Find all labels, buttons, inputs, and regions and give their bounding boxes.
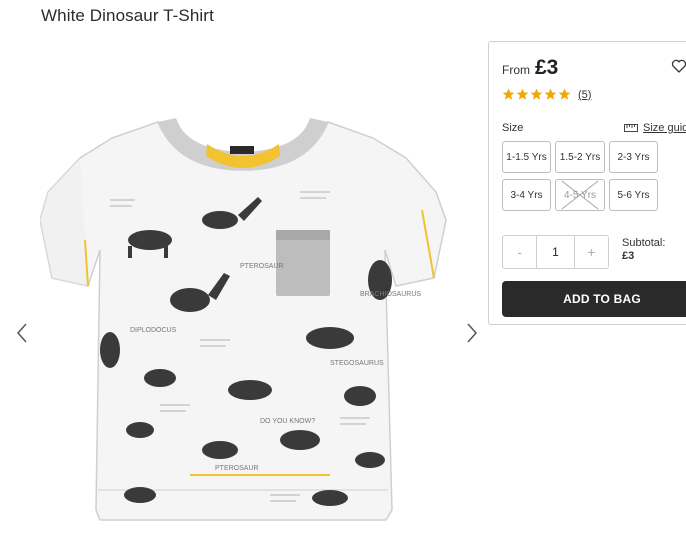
shirt-text: DO YOU KNOW? <box>260 418 315 425</box>
quantity-decrease-button[interactable]: - <box>503 236 536 268</box>
subtotal: Subtotal: £3 <box>622 237 665 263</box>
subtotal-value: £3 <box>622 250 635 262</box>
shirt-text: BRACHIOSAURUS <box>360 291 421 298</box>
subtotal-label: Subtotal: <box>622 237 666 249</box>
tshirt-illustration: PTEROSAUR DIPLODOCUS STEGOSAURUS BRACHIO… <box>39 118 447 521</box>
ruler-icon <box>624 124 638 132</box>
size-option-label: 3-4 Yrs <box>510 189 543 201</box>
quantity-increase-button[interactable]: + <box>575 236 608 268</box>
previous-image-button[interactable] <box>12 322 32 344</box>
price: £3 <box>535 56 559 79</box>
size-label: Size <box>502 122 524 134</box>
unavailable-cross-icon <box>561 180 599 210</box>
size-guide-link[interactable]: Size guide <box>624 122 686 134</box>
size-option-4-5-unavailable[interactable]: 4-5 Yrs <box>555 179 605 211</box>
from-label: From <box>502 63 530 77</box>
review-count-link[interactable]: (5) <box>578 89 591 101</box>
size-option-label: 1.5-2 Yrs <box>559 151 601 163</box>
star-icon <box>544 88 557 100</box>
size-option-1-5-2[interactable]: 1.5-2 Yrs <box>555 141 605 173</box>
shirt-text: PTEROSAUR <box>215 465 259 472</box>
size-option-5-6[interactable]: 5-6 Yrs <box>609 179 658 211</box>
purchase-panel: From £3 (5) Size Size guide 1-1.5 Yrs 1.… <box>488 41 686 325</box>
size-option-label: 1-1.5 Yrs <box>506 151 547 163</box>
product-image: PTEROSAUR DIPLODOCUS STEGOSAURUS BRACHIO… <box>39 100 460 530</box>
size-guide-label: Size guide <box>643 122 686 134</box>
shirt-text: STEGOSAURUS <box>330 360 384 367</box>
chevron-left-icon <box>16 323 27 343</box>
shirt-text: PTEROSAUR <box>240 263 284 270</box>
chevron-right-icon <box>467 323 478 343</box>
quantity-stepper: - 1 + <box>502 235 609 269</box>
size-option-label: 2-3 Yrs <box>617 151 650 163</box>
product-title: White Dinosaur T-Shirt <box>41 6 214 25</box>
size-option-2-3[interactable]: 2-3 Yrs <box>609 141 658 173</box>
shirt-text: DIPLODOCUS <box>130 327 177 334</box>
price-row: From £3 <box>502 56 558 80</box>
size-option-label: 5-6 Yrs <box>617 189 650 201</box>
add-to-bag-button[interactable]: ADD TO BAG <box>502 281 686 317</box>
quantity-input[interactable]: 1 <box>536 236 575 268</box>
star-icon <box>502 88 515 100</box>
star-icon <box>530 88 543 100</box>
next-image-button[interactable] <box>462 322 482 344</box>
star-icon <box>558 88 571 100</box>
size-option-3-4[interactable]: 3-4 Yrs <box>502 179 551 211</box>
star-icon <box>516 88 529 100</box>
rating-stars <box>502 88 571 101</box>
rating: (5) <box>502 88 591 101</box>
wishlist-button[interactable] <box>671 58 686 74</box>
size-option-1-1-5[interactable]: 1-1.5 Yrs <box>502 141 551 173</box>
heart-icon <box>671 59 686 73</box>
